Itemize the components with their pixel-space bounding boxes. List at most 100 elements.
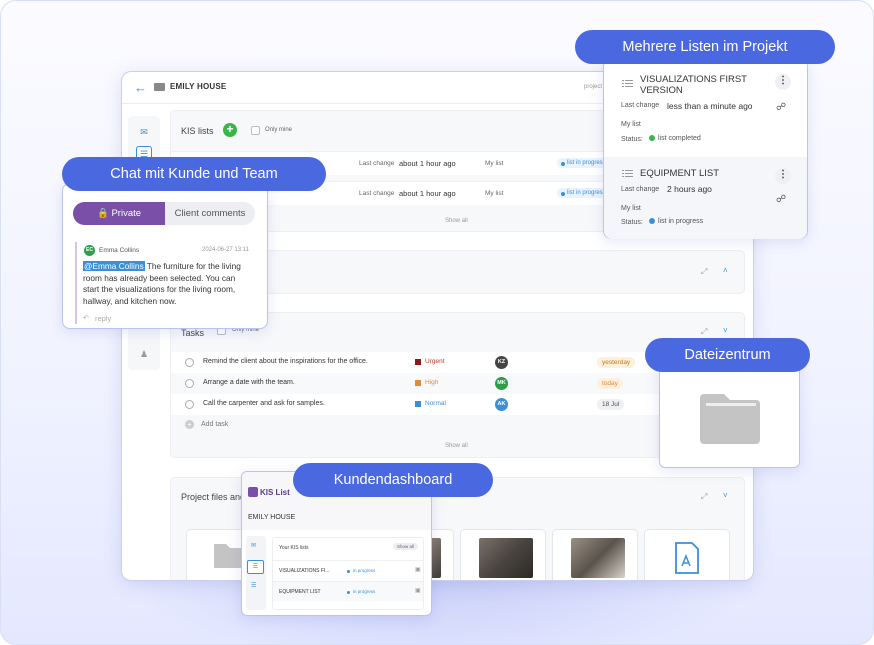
logo-text: KIS List	[260, 488, 290, 497]
tasks-show-all-link[interactable]: Show all	[445, 443, 468, 449]
file-tile-image[interactable]	[460, 529, 546, 580]
multiple-lists-card: VISUALIZATIONS FIRST VERSION ⋮ Last chan…	[603, 59, 808, 239]
task-checkbox[interactable]	[185, 379, 194, 388]
mention-tag[interactable]: @Emma Collins	[83, 261, 145, 271]
chevron-up-icon[interactable]: ˄	[723, 266, 728, 275]
chevron-down-icon[interactable]: ˅	[723, 326, 728, 335]
priority-label: Urgent	[425, 358, 445, 365]
avatar: AK	[495, 398, 508, 411]
last-change-value: 2 hours ago	[667, 184, 712, 194]
mail-icon[interactable]: ✉	[251, 542, 256, 549]
multiple-lists-badge: Mehrere Listen im Projekt	[575, 30, 835, 64]
kis-show-all-link[interactable]: Show all	[445, 218, 468, 224]
share-icon[interactable]: ☍	[776, 102, 786, 113]
comment-icon[interactable]: ▣	[415, 587, 421, 594]
last-change-label: Last change	[359, 160, 395, 167]
more-options-icon[interactable]: ⋮	[775, 168, 791, 184]
list-item[interactable]: EQUIPMENT LIST ⋮ Last change 2 hours ago…	[604, 157, 807, 239]
share-icon[interactable]: ☍	[776, 194, 786, 205]
list-item[interactable]: VISUALIZATIONS FIRST VERSION ⋮ Last chan…	[604, 60, 807, 157]
owner-label: My list	[485, 190, 504, 197]
owner-label: My list	[485, 160, 504, 167]
status-dot	[649, 218, 655, 224]
reply-link[interactable]: reply	[95, 314, 111, 323]
chat-badge: Chat mit Kunde und Team	[62, 157, 326, 191]
task-text: Call the carpenter and ask for samples.	[203, 400, 325, 407]
project-link[interactable]: project	[584, 84, 602, 90]
task-checkbox[interactable]	[185, 358, 194, 367]
status-badge: in progress	[347, 589, 375, 594]
last-change-value: less than a minute ago	[667, 101, 753, 111]
list-icon[interactable]: ☰	[247, 560, 264, 574]
status-value: list in progress	[649, 218, 703, 225]
task-text: Arrange a date with the team.	[203, 379, 295, 386]
thread-line	[75, 242, 77, 324]
expand-icon[interactable]: ⤢	[701, 267, 707, 277]
due-date: 18 Jul	[597, 399, 625, 410]
chevron-down-icon[interactable]: ˅	[723, 491, 728, 500]
expand-icon[interactable]: ⤢	[701, 327, 707, 337]
file-center-card	[659, 356, 800, 468]
status-dot	[649, 135, 655, 141]
status-text: list completed	[658, 135, 701, 142]
last-change-value: about 1 hour ago	[399, 189, 456, 198]
dashboard-title: EMILY HOUSE	[248, 514, 296, 521]
only-mine-checkbox[interactable]	[251, 126, 260, 135]
task-checkbox[interactable]	[185, 400, 194, 409]
stage: ← EMILY HOUSE project ✉ ☰ ♟ KIS lists + …	[0, 0, 874, 645]
expand-icon[interactable]: ⤢	[701, 492, 707, 502]
add-task-icon[interactable]: +	[185, 420, 194, 429]
folder-icon	[700, 394, 760, 444]
folder-icon	[154, 83, 165, 91]
chat-message: @Emma Collins The furniture for the livi…	[83, 261, 249, 307]
tab-client-comments[interactable]: Client comments	[165, 202, 255, 225]
only-mine-label: Only mine	[265, 127, 293, 133]
list-icon[interactable]: ☰	[251, 582, 256, 589]
more-options-icon[interactable]: ⋮	[775, 74, 791, 90]
last-change-label: Last change	[621, 102, 660, 109]
lock-icon: 🔒	[96, 208, 109, 219]
last-change-label: Last change	[621, 186, 660, 193]
avatar: KZ	[495, 356, 508, 369]
status-badge: in progress	[347, 568, 375, 573]
avatar: MK	[495, 377, 508, 390]
list-icon	[622, 170, 633, 178]
reply-icon[interactable]: ↶	[83, 314, 89, 322]
flag-icon	[415, 401, 421, 407]
tasks-title: Tasks	[181, 328, 205, 338]
users-icon[interactable]: ♟	[136, 346, 152, 362]
back-arrow-icon[interactable]: ←	[134, 80, 147, 95]
pdf-icon	[675, 542, 699, 574]
file-tile-image[interactable]	[552, 529, 638, 580]
add-task-button[interactable]: Add task	[201, 421, 228, 428]
tab-private-label: Private	[111, 208, 142, 219]
list-title: EQUIPMENT LIST	[640, 168, 720, 179]
list-title: VISUALIZATIONS FIRST VERSION	[640, 74, 747, 96]
owner-label: My list	[621, 205, 641, 212]
add-list-button[interactable]: +	[223, 123, 237, 137]
status-value: list completed	[649, 135, 701, 142]
file-tile-pdf[interactable]	[644, 529, 730, 580]
file-center-badge: Dateizentrum	[645, 338, 810, 372]
status-dot	[347, 591, 350, 594]
owner-label: My list	[621, 121, 641, 128]
your-lists-panel: Your KIS lists Show all VISUALIZATIONS F…	[272, 537, 424, 610]
priority-label: Normal	[425, 400, 446, 407]
dashboard-list-row[interactable]: EQUIPMENT LIST in progress ▣	[273, 581, 423, 601]
comment-icon[interactable]: ▣	[415, 566, 421, 573]
dashboard-list-row[interactable]: VISUALIZATIONS FI... in progress ▣	[273, 560, 423, 580]
show-all-button[interactable]: Show all	[393, 543, 419, 550]
client-dashboard-badge: Kundendashboard	[293, 463, 493, 497]
list-icon	[622, 80, 633, 88]
mail-icon[interactable]: ✉	[136, 124, 152, 140]
room-photo	[479, 538, 533, 578]
logo-icon	[248, 487, 258, 497]
flag-icon	[415, 380, 421, 386]
flag-icon	[415, 359, 421, 365]
author-name: Emma Collins	[99, 247, 140, 254]
last-change-value: about 1 hour ago	[399, 159, 456, 168]
due-date: yesterday	[597, 357, 636, 368]
status-text: in progress	[353, 568, 376, 573]
tab-private[interactable]: 🔒 Private	[73, 202, 165, 225]
task-text: Remind the client about the inspirations…	[203, 358, 368, 365]
